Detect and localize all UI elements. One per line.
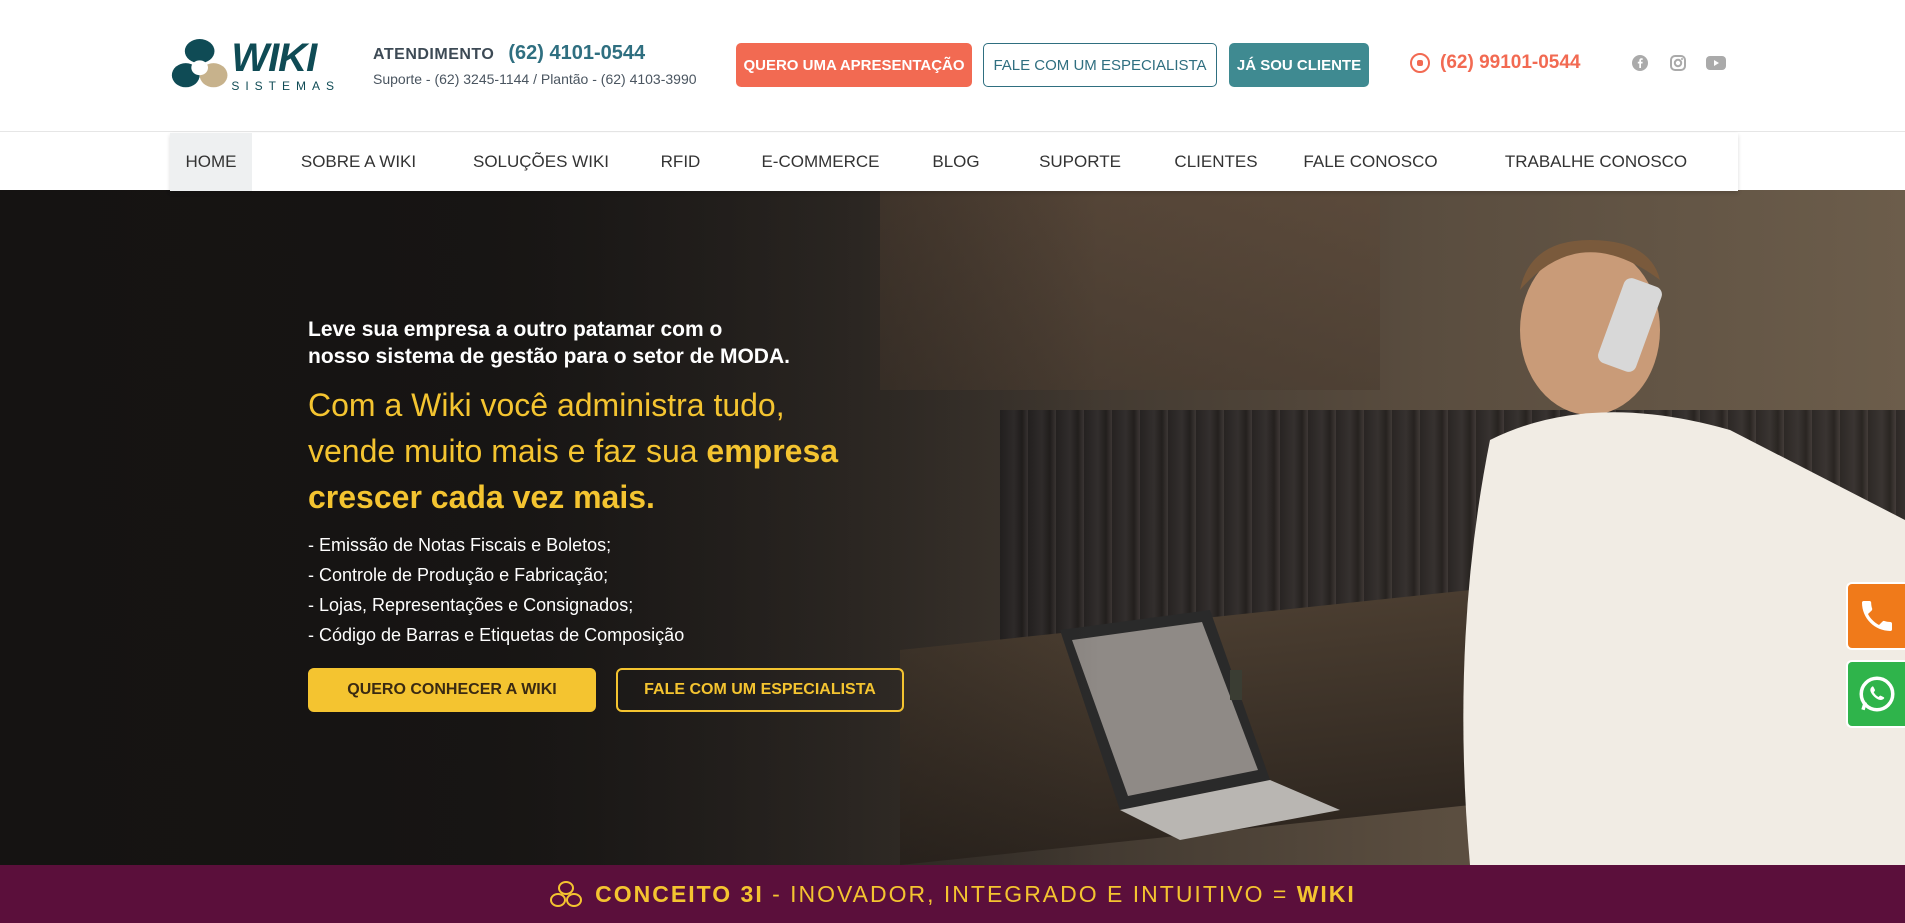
support-phone[interactable]: (62) 3245-1144 <box>434 71 529 87</box>
feature-item: - Lojas, Representações e Consignados; <box>308 595 634 615</box>
nav-trabalhe-conosco[interactable]: TRABALHE CONOSCO <box>1454 133 1738 191</box>
whatsapp-contact[interactable]: (62) 99101-0544 <box>1410 52 1581 74</box>
hero-features-list: - Emissão de Notas Fiscais e Boletos; - … <box>308 530 928 650</box>
nav-fale-conosco[interactable]: FALE CONOSCO <box>1287 133 1454 191</box>
hero-content: Leve sua empresa a outro patamar com o n… <box>308 316 928 712</box>
nav-clientes[interactable]: CLIENTES <box>1145 133 1287 191</box>
hero-woman-on-phone-image <box>1463 240 1905 865</box>
plantao-phone[interactable]: (62) 4103-3990 <box>601 71 697 87</box>
nav-sobre[interactable]: SOBRE A WIKI <box>252 133 465 191</box>
top-header: WIKI SISTEMAS ATENDIMENTO (62) 4101-0544… <box>0 0 1905 132</box>
nav-ecommerce[interactable]: E-COMMERCE <box>744 133 897 191</box>
whatsapp-icon <box>1859 676 1894 712</box>
wiki-symbol-icon <box>550 881 583 907</box>
plantao-prefix: / Plantão - <box>529 71 601 87</box>
floating-phone-button[interactable] <box>1846 582 1905 650</box>
hero-headline: Com a Wiki você administra tudo, vende m… <box>308 387 839 515</box>
logo-wordmark: WIKI <box>231 36 317 80</box>
whatsapp-number: (62) 99101-0544 <box>1440 52 1581 73</box>
instagram-icon[interactable] <box>1668 53 1688 73</box>
ja-sou-cliente-button[interactable]: JÁ SOU CLIENTE <box>1229 43 1369 87</box>
conceito-bar: CONCEITO 3I - INOVADOR, INTEGRADO E INTU… <box>0 865 1905 923</box>
contact-info: ATENDIMENTO (62) 4101-0544 Suporte - (62… <box>373 42 697 87</box>
quero-apresentacao-button[interactable]: QUERO UMA APRESENTAÇÃO <box>736 43 972 87</box>
wiki-logo[interactable]: WIKI SISTEMAS <box>170 34 340 96</box>
hero-fale-especialista-button[interactable]: FALE COM UM ESPECIALISTA <box>616 668 904 712</box>
feature-item: - Código de Barras e Etiquetas de Compos… <box>308 625 685 645</box>
nav-blog[interactable]: BLOG <box>897 133 1015 191</box>
floating-whatsapp-button[interactable] <box>1846 660 1905 728</box>
logo-subtitle: SISTEMAS <box>231 79 340 93</box>
main-nav: HOME SOBRE A WIKI SOLUÇÕES WIKI RFID E-C… <box>170 133 1738 191</box>
nav-rfid[interactable]: RFID <box>617 133 744 191</box>
support-prefix: Suporte - <box>373 71 435 87</box>
hero-banner: Leve sua empresa a outro patamar com o n… <box>0 190 1905 865</box>
feature-item: - Controle de Produção e Fabricação; <box>308 565 609 585</box>
nav-home[interactable]: HOME <box>170 133 252 191</box>
phone-icon <box>1861 601 1892 631</box>
youtube-icon[interactable] <box>1706 53 1726 73</box>
whatsapp-icon <box>1410 53 1430 73</box>
wiki-logo-mark-icon <box>171 39 228 88</box>
feature-item: - Emissão de Notas Fiscais e Boletos; <box>308 535 612 555</box>
facebook-icon[interactable] <box>1630 53 1650 73</box>
hero-intro: Leve sua empresa a outro patamar com o n… <box>308 318 790 368</box>
quero-conhecer-button[interactable]: QUERO CONHECER A WIKI <box>308 668 596 712</box>
fale-especialista-button[interactable]: FALE COM UM ESPECIALISTA <box>983 43 1217 87</box>
atendimento-phone[interactable]: (62) 4101-0544 <box>508 42 645 65</box>
atendimento-label: ATENDIMENTO <box>373 46 495 63</box>
conceito-text: CONCEITO 3I - INOVADOR, INTEGRADO E INTU… <box>595 880 1356 907</box>
social-links <box>1630 53 1726 73</box>
nav-solucoes[interactable]: SOLUÇÕES WIKI <box>465 133 617 191</box>
nav-suporte[interactable]: SUPORTE <box>1015 133 1145 191</box>
